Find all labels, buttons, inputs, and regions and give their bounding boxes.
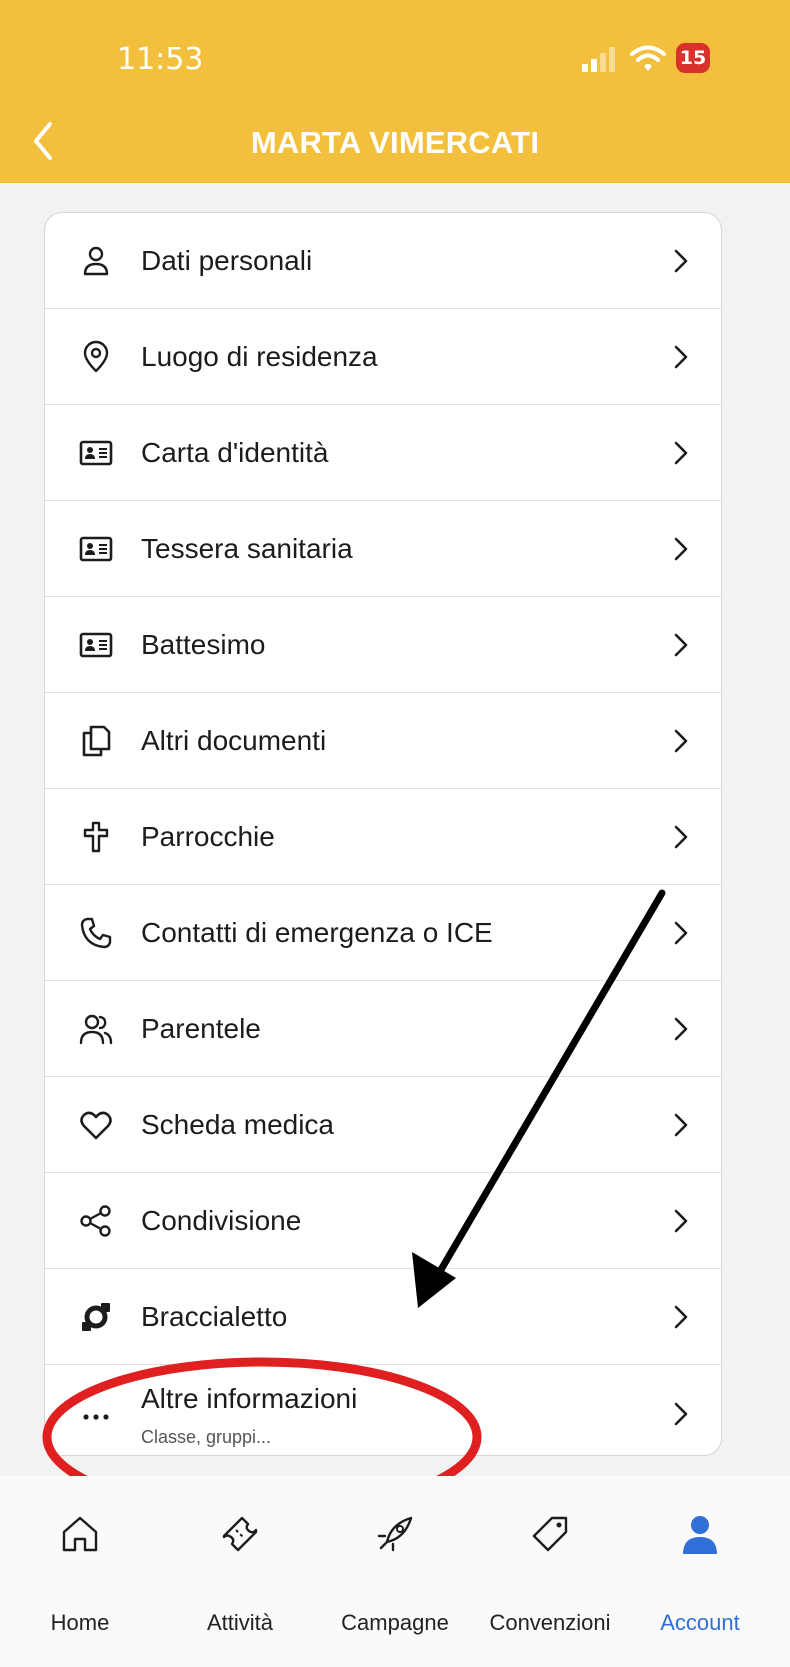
menu-item-scheda-medica[interactable]: Scheda medica bbox=[45, 1077, 721, 1173]
location-pin-icon bbox=[83, 340, 109, 372]
chevron-right-icon bbox=[674, 729, 688, 752]
heart-icon bbox=[80, 1111, 112, 1139]
tab-attivita[interactable]: Attività bbox=[165, 1476, 315, 1667]
menu-item-label: Condivisione bbox=[141, 1204, 302, 1236]
menu-item-label: Altre informazioni bbox=[141, 1383, 358, 1414]
menu-item-battesimo[interactable]: Battesimo bbox=[45, 597, 721, 693]
chevron-right-icon bbox=[674, 1209, 688, 1232]
tab-label: Home bbox=[50, 1610, 110, 1635]
chevron-right-icon bbox=[674, 921, 688, 944]
chevron-right-icon bbox=[674, 1017, 688, 1040]
menu-item-carta-identita[interactable]: Carta d'identità bbox=[45, 405, 721, 501]
menu-item-label: Contatti di emergenza o ICE bbox=[141, 916, 493, 948]
share-icon bbox=[80, 1204, 111, 1237]
menu-item-parentele[interactable]: Parentele bbox=[45, 981, 721, 1077]
page-title: MARTA VIMERCATI bbox=[250, 125, 540, 160]
menu-item-label: Braccialetto bbox=[141, 1300, 288, 1332]
menu-item-dati-personali[interactable]: Dati personali bbox=[45, 213, 721, 309]
chevron-right-icon bbox=[674, 1402, 688, 1425]
menu-item-label: Parentele bbox=[141, 1012, 261, 1044]
chevron-right-icon bbox=[674, 345, 688, 368]
chevron-right-icon bbox=[674, 537, 688, 560]
menu-item-altri-documenti[interactable]: Altri documenti bbox=[45, 693, 721, 789]
rocket-icon bbox=[377, 1516, 413, 1552]
status-time: 11:53 bbox=[117, 42, 204, 77]
documents-icon bbox=[82, 725, 111, 756]
battery-indicator: 15 bbox=[676, 43, 710, 73]
menu-item-contatti-emergenza[interactable]: Contatti di emergenza o ICE bbox=[45, 885, 721, 981]
account-menu-card: Dati personali Luogo di residenza Carta … bbox=[44, 212, 722, 1456]
chevron-right-icon bbox=[674, 825, 688, 848]
people-icon bbox=[79, 1014, 113, 1044]
menu-item-label: Tessera sanitaria bbox=[141, 532, 353, 564]
menu-item-luogo-di-residenza[interactable]: Luogo di residenza bbox=[45, 309, 721, 405]
tab-home[interactable]: Home bbox=[5, 1476, 155, 1667]
chevron-right-icon bbox=[674, 249, 688, 272]
person-icon bbox=[83, 246, 109, 275]
id-card-icon bbox=[79, 536, 113, 561]
id-card-icon bbox=[79, 440, 113, 465]
chevron-right-icon bbox=[674, 441, 688, 464]
id-card-icon bbox=[79, 632, 113, 657]
menu-item-sublabel: Classe, gruppi... bbox=[141, 1427, 272, 1447]
tab-account[interactable]: Account bbox=[625, 1476, 775, 1667]
tab-label: Attività bbox=[206, 1610, 274, 1635]
menu-item-label: Altri documenti bbox=[141, 724, 327, 756]
menu-item-tessera-sanitaria[interactable]: Tessera sanitaria bbox=[45, 501, 721, 597]
menu-item-parrocchie[interactable]: Parrocchie bbox=[45, 789, 721, 885]
cross-icon bbox=[83, 821, 109, 852]
chevron-right-icon bbox=[674, 1113, 688, 1136]
home-icon bbox=[62, 1516, 98, 1552]
menu-item-label: Dati personali bbox=[141, 244, 313, 276]
app-header: 11:53 15 MARTA VIMERCATI bbox=[0, 0, 790, 183]
wifi-icon bbox=[630, 45, 666, 71]
tab-label: Convenzioni bbox=[489, 1610, 611, 1635]
menu-item-condivisione[interactable]: Condivisione bbox=[45, 1173, 721, 1269]
more-icon bbox=[83, 1413, 109, 1420]
menu-item-label: Battesimo bbox=[141, 628, 266, 660]
bottom-navigation: Home Attività Campagne Convenzioni Accou… bbox=[0, 1476, 790, 1667]
chevron-right-icon bbox=[674, 1305, 688, 1328]
phone-icon bbox=[80, 917, 112, 948]
ticket-icon bbox=[222, 1516, 258, 1552]
signal-icon bbox=[582, 47, 615, 72]
tab-convenzioni[interactable]: Convenzioni bbox=[475, 1476, 625, 1667]
bracelet-icon bbox=[82, 1302, 110, 1331]
chevron-right-icon bbox=[674, 633, 688, 656]
tab-label: Account bbox=[660, 1610, 740, 1635]
menu-item-braccialetto[interactable]: Braccialetto bbox=[45, 1269, 721, 1365]
menu-item-label: Carta d'identità bbox=[141, 436, 329, 468]
menu-item-label: Luogo di residenza bbox=[141, 340, 378, 372]
tag-icon bbox=[532, 1516, 568, 1552]
menu-item-label: Scheda medica bbox=[141, 1108, 335, 1140]
menu-item-altre-informazioni[interactable]: Altre informazioni Classe, gruppi... bbox=[45, 1365, 721, 1455]
menu-item-label: Parrocchie bbox=[141, 820, 275, 852]
tab-campagne[interactable]: Campagne bbox=[320, 1476, 470, 1667]
status-icons: 15 bbox=[580, 42, 720, 76]
account-icon bbox=[683, 1516, 717, 1554]
tab-label: Campagne bbox=[341, 1610, 449, 1635]
